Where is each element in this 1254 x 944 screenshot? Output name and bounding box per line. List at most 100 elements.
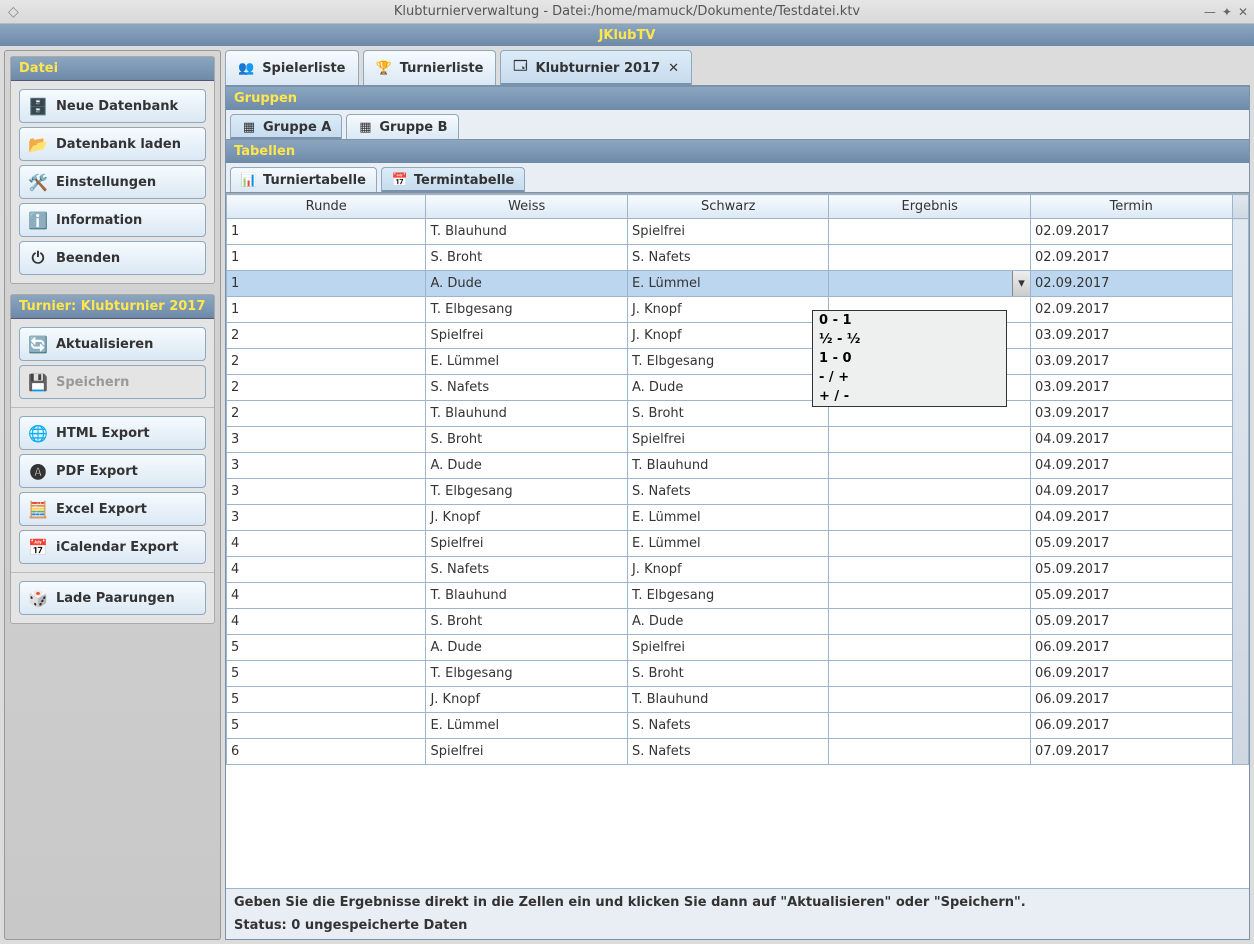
tab-gruppe-a[interactable]: ▦ Gruppe A xyxy=(230,114,342,139)
dropdown-option[interactable]: - / + xyxy=(813,368,1006,387)
information-button[interactable]: ℹ️ Information xyxy=(19,203,206,237)
cell-weiss[interactable]: E. Lümmel xyxy=(426,349,628,375)
cell-weiss[interactable]: S. Broht xyxy=(426,427,628,453)
cell-runde[interactable]: 2 xyxy=(227,375,426,401)
cell-weiss[interactable]: T. Blauhund xyxy=(426,583,628,609)
cell-schwarz[interactable]: A. Dude xyxy=(627,375,829,401)
cell-runde[interactable]: 6 xyxy=(227,739,426,765)
cell-schwarz[interactable]: T. Elbgesang xyxy=(627,349,829,375)
col-runde[interactable]: Runde xyxy=(227,195,426,219)
cell-schwarz[interactable]: S. Broht xyxy=(627,661,829,687)
cell-ergebnis[interactable] xyxy=(829,531,1031,557)
cell-weiss[interactable]: S. Broht xyxy=(426,245,628,271)
cell-ergebnis[interactable] xyxy=(829,453,1031,479)
html-export-button[interactable]: 🌐 HTML Export xyxy=(19,416,206,450)
table-row[interactable]: 4T. BlauhundT. Elbgesang 05.09.2017 xyxy=(227,583,1249,609)
col-schwarz[interactable]: Schwarz xyxy=(627,195,829,219)
cell-schwarz[interactable]: T. Blauhund xyxy=(627,687,829,713)
table-row[interactable]: 2T. BlauhundS. Broht03.09.2017 xyxy=(227,401,1249,427)
new-database-button[interactable]: 🗄️ Neue Datenbank xyxy=(19,89,206,123)
cell-weiss[interactable]: Spielfrei xyxy=(426,531,628,557)
cell-schwarz[interactable]: S. Nafets xyxy=(627,739,829,765)
cell-runde[interactable]: 1 xyxy=(227,219,426,245)
dropdown-option[interactable]: + / - xyxy=(813,387,1006,406)
cell-termin[interactable]: 02.09.2017 xyxy=(1031,297,1233,323)
cell-weiss[interactable]: A. Dude xyxy=(426,453,628,479)
cell-termin[interactable]: 05.09.2017 xyxy=(1031,583,1233,609)
ergebnis-dropdown[interactable]: 0 - 1½ - ½1 - 0- / ++ / - xyxy=(812,310,1007,407)
table-row[interactable]: 5T. ElbgesangS. Broht06.09.2017 xyxy=(227,661,1249,687)
cell-termin[interactable]: 03.09.2017 xyxy=(1031,375,1233,401)
cell-ergebnis[interactable]: ▾ xyxy=(829,271,1031,297)
tab-spielerliste[interactable]: 👥 Spielerliste xyxy=(225,50,359,85)
cell-termin[interactable]: 05.09.2017 xyxy=(1031,557,1233,583)
cell-schwarz[interactable]: T. Blauhund xyxy=(627,453,829,479)
table-row[interactable]: 6SpielfreiS. Nafets07.09.2017 xyxy=(227,739,1249,765)
cell-ergebnis[interactable] xyxy=(829,427,1031,453)
cell-runde[interactable]: 5 xyxy=(227,687,426,713)
cell-termin[interactable]: 04.09.2017 xyxy=(1031,453,1233,479)
cell-ergebnis[interactable] xyxy=(829,609,1031,635)
cell-termin[interactable]: 02.09.2017 xyxy=(1031,271,1233,297)
cell-weiss[interactable]: S. Nafets xyxy=(426,557,628,583)
cell-ergebnis[interactable] xyxy=(829,635,1031,661)
save-button[interactable]: 💾 Speichern xyxy=(19,365,206,399)
cell-schwarz[interactable]: T. Elbgesang xyxy=(627,583,829,609)
cell-weiss[interactable]: Spielfrei xyxy=(426,739,628,765)
cell-weiss[interactable]: J. Knopf xyxy=(426,505,628,531)
close-tab-button[interactable]: ✕ xyxy=(668,61,679,76)
col-weiss[interactable]: Weiss xyxy=(426,195,628,219)
load-database-button[interactable]: 📂 Datenbank laden xyxy=(19,127,206,161)
cell-runde[interactable]: 3 xyxy=(227,479,426,505)
cell-ergebnis[interactable] xyxy=(829,557,1031,583)
col-termin[interactable]: Termin xyxy=(1031,195,1233,219)
cell-ergebnis[interactable] xyxy=(829,583,1031,609)
table-row[interactable]: 5J. KnopfT. Blauhund06.09.2017 xyxy=(227,687,1249,713)
tab-klubturnier-2017[interactable]: 🗔 Klubturnier 2017 ✕ xyxy=(500,50,692,85)
dropdown-option[interactable]: 0 - 1 xyxy=(813,311,1006,330)
close-window-button[interactable]: ✕ xyxy=(1238,5,1248,19)
cell-termin[interactable]: 06.09.2017 xyxy=(1031,687,1233,713)
cell-ergebnis[interactable] xyxy=(829,661,1031,687)
cell-schwarz[interactable]: J. Knopf xyxy=(627,557,829,583)
refresh-button[interactable]: 🔄 Aktualisieren xyxy=(19,327,206,361)
cell-runde[interactable]: 4 xyxy=(227,583,426,609)
cell-termin[interactable]: 06.09.2017 xyxy=(1031,661,1233,687)
load-pairings-button[interactable]: 🎲 Lade Paarungen xyxy=(19,581,206,615)
cell-weiss[interactable]: E. Lümmel xyxy=(426,713,628,739)
dropdown-option[interactable]: ½ - ½ xyxy=(813,330,1006,349)
col-ergebnis[interactable]: Ergebnis xyxy=(829,195,1031,219)
cell-schwarz[interactable]: A. Dude xyxy=(627,609,829,635)
table-row[interactable]: 1S. BrohtS. Nafets02.09.2017 xyxy=(227,245,1249,271)
cell-weiss[interactable]: A. Dude xyxy=(426,271,628,297)
cell-weiss[interactable]: T. Elbgesang xyxy=(426,661,628,687)
cell-weiss[interactable]: T. Blauhund xyxy=(426,401,628,427)
cell-schwarz[interactable]: Spielfrei xyxy=(627,635,829,661)
cell-termin[interactable]: 02.09.2017 xyxy=(1031,219,1233,245)
cell-termin[interactable]: 03.09.2017 xyxy=(1031,323,1233,349)
cell-runde[interactable]: 2 xyxy=(227,349,426,375)
cell-schwarz[interactable]: E. Lümmel xyxy=(627,531,829,557)
tab-termintabelle[interactable]: 📅 Termintabelle xyxy=(381,167,525,192)
cell-runde[interactable]: 5 xyxy=(227,635,426,661)
settings-button[interactable]: 🛠️ Einstellungen xyxy=(19,165,206,199)
cell-termin[interactable]: 04.09.2017 xyxy=(1031,505,1233,531)
dropdown-arrow-icon[interactable]: ▾ xyxy=(1012,271,1030,296)
cell-schwarz[interactable]: J. Knopf xyxy=(627,323,829,349)
cell-runde[interactable]: 4 xyxy=(227,609,426,635)
cell-runde[interactable]: 5 xyxy=(227,713,426,739)
cell-schwarz[interactable]: S. Nafets xyxy=(627,713,829,739)
cell-schwarz[interactable]: S. Nafets xyxy=(627,479,829,505)
cell-termin[interactable]: 05.09.2017 xyxy=(1031,531,1233,557)
tab-turnierliste[interactable]: 🏆 Turnierliste xyxy=(363,50,497,85)
excel-export-button[interactable]: 🧮 Excel Export xyxy=(19,492,206,526)
cell-weiss[interactable]: S. Nafets xyxy=(426,375,628,401)
cell-runde[interactable]: 3 xyxy=(227,453,426,479)
cell-termin[interactable]: 04.09.2017 xyxy=(1031,479,1233,505)
minimize-button[interactable]: — xyxy=(1204,5,1216,19)
cell-runde[interactable]: 1 xyxy=(227,245,426,271)
table-row[interactable]: 2E. LümmelT. Elbgesang03.09.2017 xyxy=(227,349,1249,375)
table-row[interactable]: 1T. BlauhundSpielfrei02.09.2017 xyxy=(227,219,1249,245)
cell-ergebnis[interactable] xyxy=(829,245,1031,271)
cell-termin[interactable]: 02.09.2017 xyxy=(1031,245,1233,271)
